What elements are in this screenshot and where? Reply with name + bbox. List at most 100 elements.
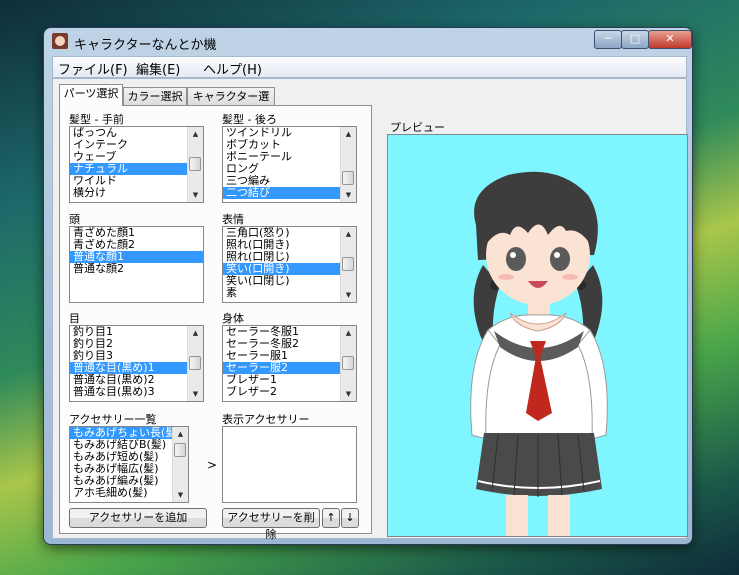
- list-item[interactable]: ブレザー2: [223, 386, 356, 398]
- list-item[interactable]: セーラー冬服2: [223, 338, 356, 350]
- menu-bar: ファイル(F) 編集(E) ヘルプ(H): [52, 56, 687, 78]
- minimize-button[interactable]: ─: [594, 30, 622, 49]
- list-item[interactable]: アホ毛細め(髪): [70, 487, 188, 499]
- tab-parts[interactable]: パーツ選択: [59, 84, 123, 106]
- list-item[interactable]: 照れ(口開き): [223, 239, 356, 251]
- body-list[interactable]: セーラー冬服1 セーラー冬服2 セーラー服1 セーラー服2 ブレザー1 ブレザー2 ▲ ▼: [222, 325, 357, 402]
- scroll-thumb[interactable]: [174, 443, 186, 457]
- maximize-button[interactable]: □: [621, 30, 649, 49]
- menu-edit[interactable]: 編集(E): [136, 59, 180, 78]
- scrollbar[interactable]: ▲ ▼: [187, 326, 203, 401]
- scrollbar[interactable]: ▲ ▼: [187, 127, 203, 202]
- preview-panel: [387, 134, 688, 537]
- close-button[interactable]: ✕: [648, 30, 692, 49]
- list-item[interactable]: インテーク: [70, 139, 203, 151]
- list-item[interactable]: セーラー冬服1: [223, 326, 356, 338]
- add-arrow-icon[interactable]: >: [207, 458, 217, 472]
- list-item[interactable]: もみあげ編み(髪): [70, 475, 188, 487]
- list-item[interactable]: ポニーテール: [223, 151, 356, 163]
- list-item[interactable]: セーラー服2: [223, 362, 356, 374]
- scroll-thumb[interactable]: [189, 356, 201, 370]
- scroll-up-arrow-icon[interactable]: ▲: [173, 427, 188, 441]
- list-item[interactable]: ボブカット: [223, 139, 356, 151]
- scroll-up-arrow-icon[interactable]: ▲: [341, 127, 356, 141]
- parts-panel: 髪型 - 手前 ぱっつん インテーク ウェーブ ナチュラル ワイルド 横分け ▲ ▼ 髪型…: [59, 105, 372, 541]
- scrollbar[interactable]: ▲ ▼: [172, 427, 188, 502]
- list-item[interactable]: ブレザー1: [223, 374, 356, 386]
- hair-back-label: 髪型 - 後ろ: [222, 113, 277, 126]
- character-preview-image: [470, 171, 608, 536]
- accessory-list[interactable]: もみあげちょい長(髪) もみあげ結びB(髪) もみあげ短め(髪) もみあげ幅広(髪) も…: [69, 426, 189, 503]
- expression-list[interactable]: 三角口(怒り) 照れ(口開き) 照れ(口閉じ) 笑い(口開き) 笑い(口閉じ) 素 ▲ ▼: [222, 226, 357, 303]
- scroll-down-arrow-icon[interactable]: ▼: [188, 188, 203, 202]
- head-list[interactable]: 青ざめた顔1 青ざめた顔2 普通な顔1 普通な顔2: [69, 226, 204, 303]
- list-item[interactable]: 照れ(口閉じ): [223, 251, 356, 263]
- list-item[interactable]: もみあげ短め(髪): [70, 451, 188, 463]
- list-item[interactable]: もみあげ結びB(髪): [70, 439, 188, 451]
- scroll-up-arrow-icon[interactable]: ▲: [188, 127, 203, 141]
- list-item[interactable]: もみあげ幅広(髪): [70, 463, 188, 475]
- scroll-down-arrow-icon[interactable]: ▼: [341, 387, 356, 401]
- window-title: キャラクターなんとか機: [74, 38, 217, 53]
- list-item[interactable]: 釣り目3: [70, 350, 203, 362]
- hair-front-list[interactable]: ぱっつん インテーク ウェーブ ナチュラル ワイルド 横分け ▲ ▼: [69, 126, 204, 203]
- shown-accessory-list[interactable]: [222, 426, 357, 503]
- scroll-down-arrow-icon[interactable]: ▼: [188, 387, 203, 401]
- expression-label: 表情: [222, 213, 244, 226]
- menu-file[interactable]: ファイル(F): [58, 59, 128, 78]
- scroll-down-arrow-icon[interactable]: ▼: [341, 288, 356, 302]
- list-item[interactable]: ナチュラル: [70, 163, 203, 175]
- list-item[interactable]: 笑い(口閉じ): [223, 275, 356, 287]
- title-bar[interactable]: キャラクターなんとか機 ─ □ ✕: [44, 28, 692, 54]
- list-item[interactable]: 三つ編み: [223, 175, 356, 187]
- eyes-list[interactable]: 釣り目1 釣り目2 釣り目3 普通な目(黒め)1 普通な目(黒め)2 普通な目(黒め)3 …: [69, 325, 204, 402]
- list-item[interactable]: 普通な目(黒め)3: [70, 386, 203, 398]
- scroll-thumb[interactable]: [189, 157, 201, 171]
- list-item[interactable]: 青ざめた顔2: [70, 239, 203, 251]
- app-window: キャラクターなんとか機 ─ □ ✕ ファイル(F) 編集(E) ヘルプ(H) パ…: [44, 28, 692, 544]
- list-item[interactable]: セーラー服1: [223, 350, 356, 362]
- tab-color[interactable]: カラー選択: [123, 87, 187, 105]
- shown-accessory-label: 表示アクセサリー: [222, 413, 310, 426]
- list-item[interactable]: 笑い(口開き): [223, 263, 356, 275]
- scroll-up-arrow-icon[interactable]: ▲: [341, 227, 356, 241]
- scrollbar[interactable]: ▲ ▼: [340, 127, 356, 202]
- move-up-button[interactable]: ↑: [322, 508, 340, 528]
- scrollbar[interactable]: ▲ ▼: [340, 326, 356, 401]
- move-down-button[interactable]: ↓: [341, 508, 359, 528]
- list-item[interactable]: 普通な顔2: [70, 263, 203, 275]
- add-accessory-button[interactable]: アクセサリーを追加: [69, 508, 207, 528]
- scroll-up-arrow-icon[interactable]: ▲: [188, 326, 203, 340]
- list-item[interactable]: 横分け: [70, 187, 203, 199]
- tab-character[interactable]: キャラクター選択: [187, 87, 275, 120]
- list-item[interactable]: ワイルド: [70, 175, 203, 187]
- remove-accessory-button[interactable]: アクセサリーを削除: [222, 508, 320, 541]
- scroll-thumb[interactable]: [342, 257, 354, 271]
- list-item[interactable]: 普通な目(黒め)2: [70, 374, 203, 386]
- menu-help[interactable]: ヘルプ(H): [203, 59, 262, 78]
- body-label: 身体: [222, 312, 244, 325]
- list-item[interactable]: 普通な顔1: [70, 251, 203, 263]
- list-item[interactable]: 二つ結び: [223, 187, 356, 199]
- list-item[interactable]: ウェーブ: [70, 151, 203, 163]
- list-item[interactable]: もみあげちょい長(髪): [70, 427, 188, 439]
- list-item[interactable]: ツインドリル: [223, 127, 356, 139]
- accessory-list-label: アクセサリー一覧: [69, 413, 157, 426]
- scroll-down-arrow-icon[interactable]: ▼: [173, 488, 188, 502]
- hair-front-label: 髪型 - 手前: [69, 113, 124, 126]
- list-item[interactable]: 青ざめた顔1: [70, 227, 203, 239]
- hair-back-list[interactable]: ツインドリル ボブカット ポニーテール ロング 三つ編み 二つ結び ▲ ▼: [222, 126, 357, 203]
- client-area: パーツ選択 カラー選択 キャラクター選択 髪型 - 手前 ぱっつんインテークウェ…: [52, 78, 688, 541]
- scroll-down-arrow-icon[interactable]: ▼: [341, 188, 356, 202]
- list-item[interactable]: 釣り目2: [70, 338, 203, 350]
- scroll-thumb[interactable]: [342, 171, 354, 185]
- scroll-up-arrow-icon[interactable]: ▲: [341, 326, 356, 340]
- scroll-thumb[interactable]: [342, 356, 354, 370]
- list-item[interactable]: 普通な目(黒め)1: [70, 362, 203, 374]
- list-item[interactable]: 三角口(怒り): [223, 227, 356, 239]
- list-item[interactable]: 素: [223, 287, 356, 299]
- list-item[interactable]: 釣り目1: [70, 326, 203, 338]
- scrollbar[interactable]: ▲ ▼: [340, 227, 356, 302]
- list-item[interactable]: ロング: [223, 163, 356, 175]
- list-item[interactable]: ぱっつん: [70, 127, 203, 139]
